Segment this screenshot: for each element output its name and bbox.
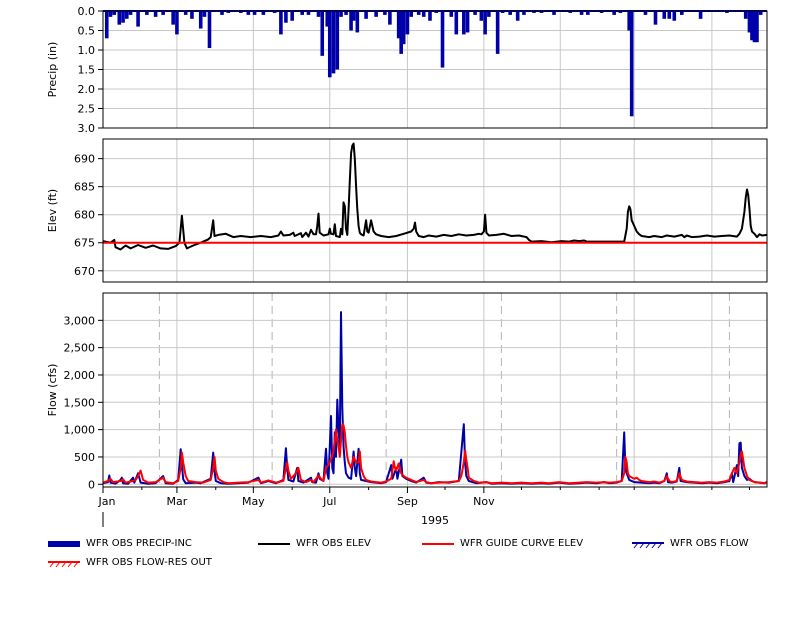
precip-bar xyxy=(755,11,759,43)
precip-bar xyxy=(351,11,356,21)
precip-bar xyxy=(462,11,466,35)
x-tick-label: Nov xyxy=(473,495,495,508)
y-axis-label: Precip (in) xyxy=(46,42,59,98)
precip-bar xyxy=(327,11,332,78)
legend-resout: WFR OBS FLOW-RES OUT xyxy=(48,557,212,568)
x-axis-year-label: 1995 xyxy=(421,514,449,527)
precip-bar xyxy=(495,11,500,54)
precip-bar xyxy=(190,11,194,19)
y-tick-label: 3.0 xyxy=(78,122,96,135)
precip-bar xyxy=(672,11,677,21)
series-line-wfr-obs-elev xyxy=(102,142,768,251)
legend-label-precip: WFR OBS PRECIP-INC xyxy=(86,538,192,549)
precip-bar xyxy=(405,11,410,35)
precip-bar xyxy=(401,11,406,45)
legend-label-elev: WFR OBS ELEV xyxy=(296,538,371,549)
y-axis-label: Flow (cfs) xyxy=(46,364,59,417)
precip-bar xyxy=(355,11,360,33)
legend-precip: WFR OBS PRECIP-INC xyxy=(48,538,192,549)
precip-bar xyxy=(125,11,129,19)
precip-bar xyxy=(515,11,520,21)
legend-guide: WFR GUIDE CURVE ELEV xyxy=(422,538,583,549)
y-tick-label: 690 xyxy=(74,153,95,166)
y-axis-label: Elev (ft) xyxy=(46,189,59,232)
precip-bar xyxy=(121,11,125,23)
y-tick-label: 1,000 xyxy=(64,424,96,437)
precip-bar xyxy=(104,11,109,39)
y-tick-label: 1.0 xyxy=(78,44,96,57)
precip-bar xyxy=(320,11,325,56)
hydrograph-chart: 0.0 0.5 1.0 1.5 2.0 2.5 3.0 Precip (in) 670 675 68… xyxy=(46,5,768,527)
precip-bar xyxy=(284,11,288,23)
y-tick-label: 0.0 xyxy=(78,5,96,18)
precip-bar xyxy=(290,11,294,21)
legend-hatch-swatch xyxy=(48,560,80,567)
y-tick-label: 2.5 xyxy=(78,103,96,116)
x-tick-label: May xyxy=(242,495,265,508)
y-tick-label: 1,500 xyxy=(64,396,96,409)
precip-bar xyxy=(388,11,392,25)
precip-bar xyxy=(198,11,203,29)
y-tick-label: 670 xyxy=(74,265,95,278)
precip-bar xyxy=(483,11,487,35)
panel-frame xyxy=(102,138,768,283)
precip-bar xyxy=(279,11,283,35)
precip-bar xyxy=(440,11,445,68)
legend-hatch-swatch xyxy=(632,541,664,548)
precip-bar xyxy=(117,11,122,25)
y-tick-label: 675 xyxy=(74,237,95,250)
precip-bar xyxy=(364,11,368,19)
precip-bar xyxy=(454,11,459,35)
y-tick-label: 2.0 xyxy=(78,83,96,96)
x-tick-label: Jul xyxy=(322,495,336,508)
precip-bar xyxy=(479,11,484,21)
precip-bar xyxy=(743,11,748,19)
panel-1: 0.0 0.5 1.0 1.5 2.0 2.5 3.0 Precip (in) xyxy=(46,5,768,135)
precip-bar xyxy=(667,11,672,19)
x-tick-label: Sep xyxy=(397,495,418,508)
panel-3: 0 500 1,000 1,500 2,000 2,500 3,000 Flow (cfs) J… xyxy=(46,292,768,527)
precip-bar xyxy=(698,11,703,19)
legend-bar-swatch xyxy=(48,540,80,547)
precip-bar xyxy=(335,11,340,70)
y-tick-label: 685 xyxy=(74,181,95,194)
legend-line-swatch xyxy=(258,542,290,545)
panel-frame xyxy=(102,292,768,488)
precip-bar xyxy=(136,11,140,27)
precip-bar xyxy=(175,11,179,35)
y-tick-label: 2,500 xyxy=(64,342,96,355)
x-tick-label: Jan xyxy=(98,495,116,508)
y-tick-label: 3,000 xyxy=(64,314,96,327)
precip-bar xyxy=(171,11,175,25)
x-tick-label: Mar xyxy=(167,495,188,508)
precip-bar xyxy=(207,11,212,49)
precip-bar xyxy=(653,11,658,25)
y-tick-label: 0 xyxy=(88,478,95,491)
precip-bar xyxy=(331,11,336,74)
y-tick-label: 0.5 xyxy=(78,25,96,38)
legend-line-swatch xyxy=(422,542,454,545)
legend-label-guide: WFR GUIDE CURVE ELEV xyxy=(460,538,584,549)
precip-bar xyxy=(662,11,667,19)
y-tick-label: 500 xyxy=(74,451,95,464)
series-line-wfr-obs-flow xyxy=(102,311,768,485)
precip-bar xyxy=(465,11,470,33)
legend-label-resout: WFR OBS FLOW-RES OUT xyxy=(86,557,212,568)
legend-elev: WFR OBS ELEV xyxy=(258,538,371,549)
y-tick-label: 2,000 xyxy=(64,369,96,382)
legend-flow: WFR OBS FLOW xyxy=(632,538,749,549)
precip-bar xyxy=(629,11,634,117)
panel-2: 670 675 680 685 690 Elev (ft) xyxy=(46,138,768,283)
y-tick-label: 680 xyxy=(74,209,95,222)
legend-label-flow: WFR OBS FLOW xyxy=(670,538,749,549)
y-tick-label: 1.5 xyxy=(78,64,96,77)
precip-bar xyxy=(428,11,432,21)
